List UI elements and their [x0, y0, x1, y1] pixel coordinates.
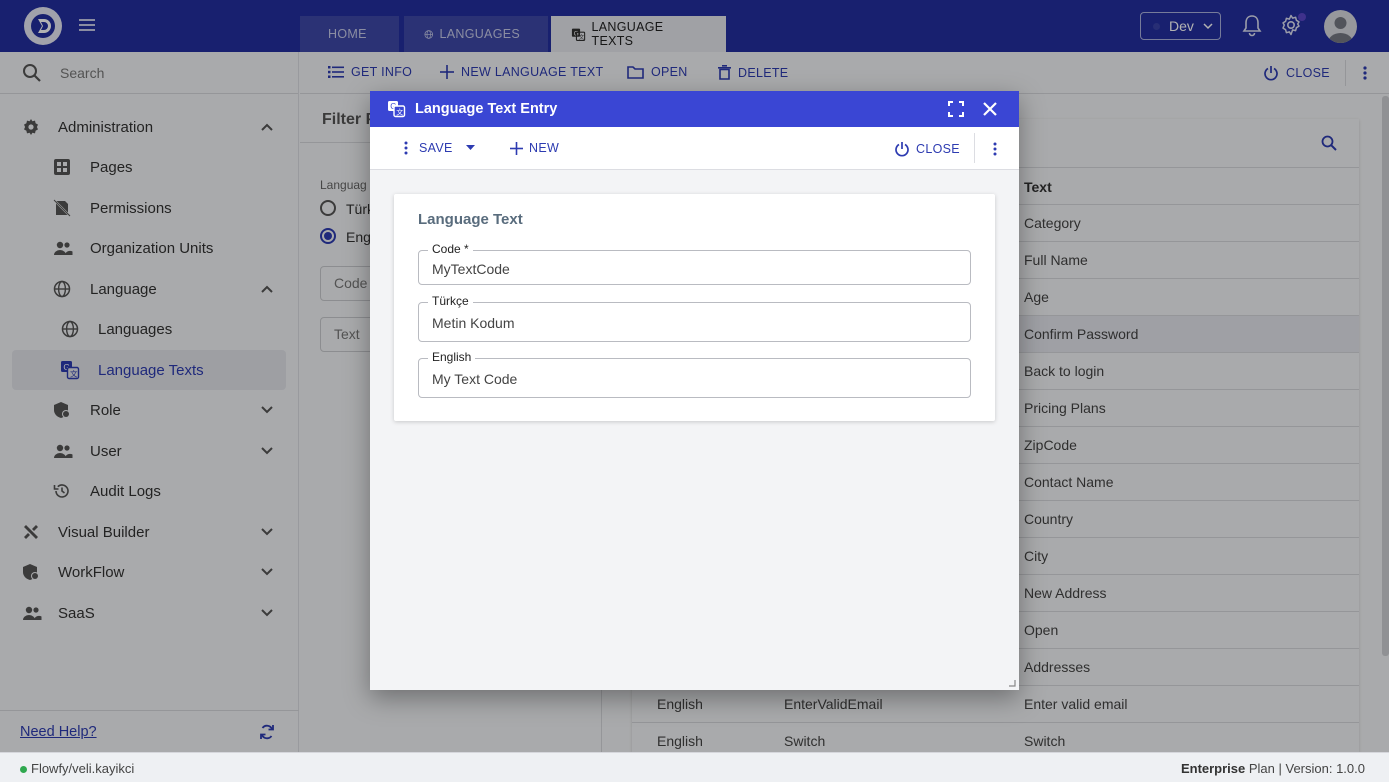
field-value: My Text Code — [432, 371, 518, 387]
caret-down-icon — [465, 145, 475, 150]
field-value: Metin Kodum — [432, 315, 515, 331]
status-bar: Flowfy/veli.kayikci Enterprise Plan | Ve… — [0, 752, 1389, 782]
plan-name: Enterprise — [1180, 761, 1246, 776]
language-text-card: Language Text Code * MyTextCode Türkçe M… — [394, 194, 995, 421]
button-label: SAVE — [419, 141, 453, 155]
dialog-toolbar: SAVE NEW CLOSE — [370, 127, 1019, 170]
field-label: English — [428, 350, 476, 364]
power-icon — [895, 142, 909, 157]
dialog-close-button[interactable]: CLOSE — [894, 141, 960, 157]
version-text: Plan | Version: 1.0.0 — [1245, 761, 1365, 776]
field-label: Türkçe — [428, 294, 473, 308]
svg-text:文: 文 — [396, 108, 403, 117]
dialog-title: Language Text Entry — [415, 101, 558, 117]
status-dot — [20, 766, 27, 773]
dialog-body: Language Text Code * MyTextCode Türkçe M… — [370, 170, 1019, 690]
button-label: NEW — [529, 141, 560, 155]
close-icon[interactable] — [982, 101, 998, 117]
new-button[interactable]: NEW — [510, 141, 559, 155]
card-title: Language Text — [418, 211, 523, 228]
field-value: MyTextCode — [432, 261, 510, 277]
save-button[interactable]: SAVE — [404, 141, 481, 155]
turkish-field[interactable]: Türkçe Metin Kodum — [418, 294, 971, 342]
user-path: Flowfy/veli.kayikci — [31, 761, 135, 776]
dialog-header: G文 Language Text Entry — [370, 91, 1019, 127]
field-label: Code * — [428, 242, 473, 256]
more-vert-icon — [404, 141, 408, 155]
code-field[interactable]: Code * MyTextCode — [418, 242, 971, 285]
language-text-entry-dialog: G文 Language Text Entry SAVE NEW CLOSE La… — [370, 91, 1019, 690]
more-vert-icon[interactable] — [993, 142, 997, 156]
plan-info: Enterprise Plan | Version: 1.0.0 — [1181, 761, 1365, 776]
english-field[interactable]: English My Text Code — [418, 350, 971, 398]
button-label: CLOSE — [916, 142, 960, 156]
plus-icon — [510, 141, 523, 155]
resize-handle-icon[interactable] — [1008, 679, 1016, 687]
translate-icon: G文 — [388, 101, 406, 118]
toolbar-divider — [974, 133, 975, 163]
fullscreen-icon[interactable] — [948, 101, 964, 117]
